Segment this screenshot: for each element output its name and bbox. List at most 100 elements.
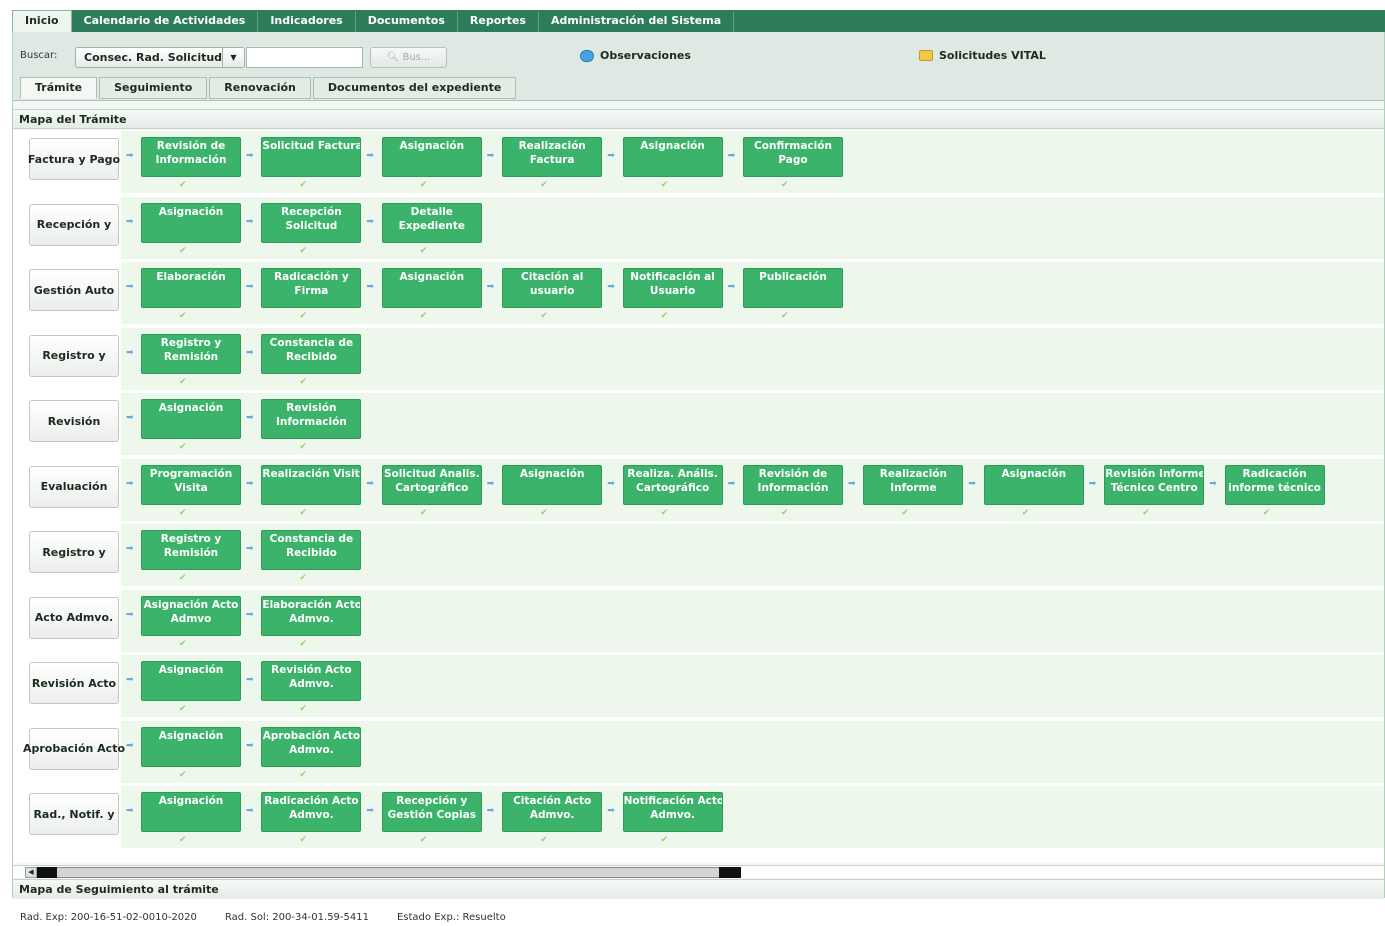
scroll-left-button[interactable]: ◀ xyxy=(25,867,37,878)
stage-row: Registro y ➡ Registro y Remisión ✔ ➡ Constanci… xyxy=(13,524,1384,586)
task-box[interactable]: Asignación xyxy=(381,268,482,308)
process-map[interactable]: Factura y Pago ➡ Revisión de Información ✔ ➡ S… xyxy=(13,130,1384,863)
arrow-right-icon: ➡ xyxy=(607,806,615,816)
task-box[interactable]: Detalle Expediente xyxy=(381,202,482,243)
check-icon: ✔ xyxy=(540,507,548,518)
task-box[interactable]: Recepción Solicitud xyxy=(261,202,362,243)
task-box[interactable]: Asignación xyxy=(141,202,241,243)
task-box[interactable]: Citación al usuario xyxy=(502,268,603,308)
speech-bubble-icon xyxy=(580,49,594,62)
arrow-right-icon: ➡ xyxy=(607,151,615,161)
task-box[interactable]: Notificación Acto Admvo. xyxy=(622,792,723,832)
check-icon: ✔ xyxy=(781,507,789,518)
status-bar: Rad. Exp: 200-16-51-02-0010-2020 Rad. So… xyxy=(20,912,506,923)
task-label: Cartográfico xyxy=(395,481,469,494)
rad-exp: Rad. Exp: 200-16-51-02-0010-2020 xyxy=(20,912,197,923)
task-box[interactable]: Revisión Informe Técnico Centro xyxy=(1104,464,1205,505)
task-label: Registro y xyxy=(160,533,222,545)
task-box[interactable]: Asignación xyxy=(141,726,241,767)
stage-button[interactable]: Gestión Auto xyxy=(29,269,119,311)
arrow-right-icon: ➡ xyxy=(126,740,134,751)
task-box[interactable]: Radicación Acto Admvo. xyxy=(261,792,362,832)
task-box[interactable]: Recepción y Gestión Copias xyxy=(381,792,482,832)
stage-button[interactable]: Evaluación xyxy=(29,465,119,508)
arrow-right-icon: ➡ xyxy=(486,282,495,292)
task-box[interactable]: Registro y Remisión xyxy=(141,530,241,570)
solicitudes-vital-link[interactable]: Solicitudes VITAL xyxy=(919,49,1046,62)
task-box[interactable]: Revisión de Información xyxy=(743,464,843,505)
task-box[interactable]: Confirmación Pago xyxy=(743,137,843,177)
stage-button[interactable]: Acto Admvo. xyxy=(29,596,119,639)
task-box[interactable]: Aprobación Acto Admvo. xyxy=(261,726,362,767)
tab-tramite[interactable]: Trámite xyxy=(20,77,98,99)
task-box[interactable]: Asignación xyxy=(381,137,482,177)
check-icon: ✔ xyxy=(299,311,307,321)
task-box[interactable]: Notificación al Usuario xyxy=(622,268,723,308)
observaciones-link[interactable]: Observaciones xyxy=(580,49,691,62)
search-button[interactable]: 🔍︎ Bus... xyxy=(370,47,447,68)
task-label: Realización xyxy=(518,140,586,152)
task-box[interactable]: Revisión Acto Admvo. xyxy=(261,661,362,701)
task-box[interactable]: Registro y Remisión xyxy=(141,333,241,374)
task-box[interactable]: Programación Visita xyxy=(141,464,241,505)
task-box[interactable]: Radicación informe técnico xyxy=(1224,464,1325,505)
task-box[interactable]: Asignación xyxy=(622,137,723,177)
task-label: Admvo. xyxy=(529,809,575,821)
task-box[interactable]: Realiza. Anális. Cartográfico xyxy=(622,464,723,505)
task-label: Recibido xyxy=(285,547,337,559)
task-box[interactable]: Solicitud Analis. Cartográfico xyxy=(381,464,482,505)
task-box[interactable]: Elaboración xyxy=(141,268,241,308)
task-box[interactable]: Publicación xyxy=(743,268,843,308)
task-box[interactable]: Constancia de Recibido xyxy=(261,530,362,570)
stage-button[interactable]: Registro y xyxy=(29,334,119,377)
check-icon: ✔ xyxy=(299,704,307,714)
horizontal-scrollbar[interactable]: ◀ xyxy=(13,865,1384,878)
search-icon: 🔍︎ xyxy=(386,52,400,63)
nav-tab-documentos[interactable]: Documentos xyxy=(356,11,458,32)
task-box[interactable]: Asignación xyxy=(502,464,603,505)
task-label: Admvo. xyxy=(289,612,334,625)
nav-tab-indicadores[interactable]: Indicadores xyxy=(258,11,356,32)
nav-tab-reportes[interactable]: Reportes xyxy=(458,11,539,32)
task-box[interactable]: Asignación xyxy=(983,464,1084,505)
scroll-thumb[interactable] xyxy=(37,867,720,878)
tab-documentos-expediente[interactable]: Documentos del expediente xyxy=(312,77,517,99)
check-icon: ✔ xyxy=(299,638,307,649)
task-box[interactable]: Asignación xyxy=(141,399,241,439)
check-icon: ✔ xyxy=(179,442,187,452)
tab-seguimiento[interactable]: Seguimiento xyxy=(99,77,208,99)
task-box[interactable]: Elaboración Acto Admvo. xyxy=(261,595,362,636)
stage-button[interactable]: Aprobación Acto xyxy=(23,727,125,770)
nav-tab-administracion[interactable]: Administración del Sistema xyxy=(539,11,735,32)
stage-button[interactable]: Recepción y xyxy=(29,203,119,246)
chevron-down-icon[interactable]: ▼ xyxy=(222,48,244,67)
nav-tab-calendario[interactable]: Calendario de Actividades xyxy=(72,11,259,32)
search-field-select[interactable]: Consec. Rad. Solicitud ▼ xyxy=(75,47,245,68)
stage-button[interactable]: Revisión xyxy=(29,400,119,442)
task-box[interactable]: Asignación Acto Admvo xyxy=(141,595,241,636)
task-box[interactable]: Solicitud Factura xyxy=(261,137,362,177)
task-label: Asignación xyxy=(519,467,585,480)
nav-tab-inicio[interactable]: Inicio xyxy=(12,10,72,32)
task-box[interactable]: Asignación xyxy=(141,661,241,701)
stage-button[interactable]: Factura y Pago xyxy=(28,138,120,180)
task-box[interactable]: Realización Informe xyxy=(863,464,964,505)
search-input[interactable] xyxy=(246,47,363,68)
stage-button[interactable]: Registro y xyxy=(29,531,119,573)
task-box[interactable]: Citación Acto Admvo. xyxy=(502,792,603,832)
task-box[interactable]: Radicación y Firma xyxy=(261,268,362,308)
arrow-right-icon: ➡ xyxy=(727,282,736,292)
task-label: Información xyxy=(757,481,829,494)
task-box[interactable]: Asignación xyxy=(141,792,241,832)
task-box[interactable]: Realización Factura xyxy=(502,137,603,177)
arrow-right-icon: ➡ xyxy=(366,151,374,161)
stage-button[interactable]: Rad., Notif. y xyxy=(29,793,119,835)
arrow-right-icon: ➡ xyxy=(246,609,254,620)
task-box[interactable]: Realización Visita xyxy=(261,464,362,505)
task-label: Registro y xyxy=(160,336,222,349)
task-box[interactable]: Revisión Información xyxy=(261,399,362,439)
task-box[interactable]: Revisión de Información xyxy=(141,137,241,177)
task-box[interactable]: Constancia de Recibido xyxy=(261,333,362,374)
stage-button[interactable]: Revisión Acto xyxy=(29,662,119,704)
tab-renovacion[interactable]: Renovación xyxy=(209,77,311,99)
